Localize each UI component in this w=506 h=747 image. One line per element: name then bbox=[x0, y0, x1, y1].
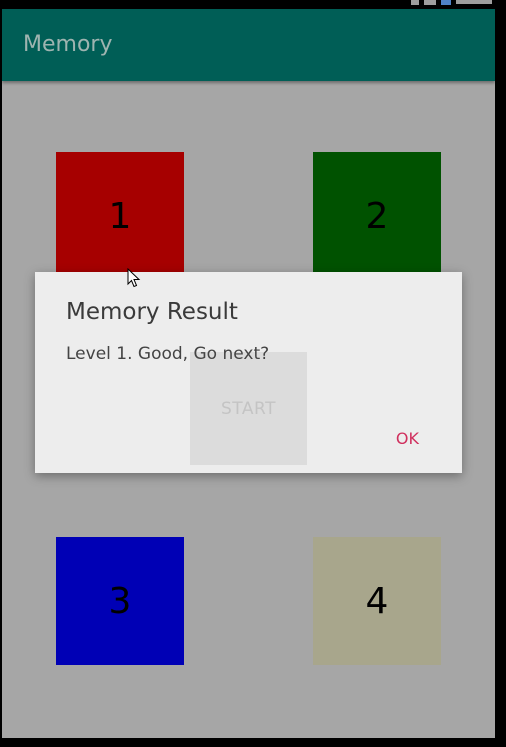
wifi-icon bbox=[411, 0, 419, 5]
clock-icon bbox=[456, 0, 492, 4]
tile-4[interactable]: 4 bbox=[313, 537, 441, 665]
start-button-label: START bbox=[190, 352, 307, 465]
app-title: Memory bbox=[23, 32, 113, 57]
mouse-cursor-icon bbox=[127, 268, 141, 288]
status-bar bbox=[0, 0, 506, 9]
ok-button[interactable]: OK bbox=[396, 429, 419, 448]
tile-1[interactable]: 1 bbox=[56, 152, 184, 280]
app-bar: Memory bbox=[2, 9, 495, 81]
result-dialog: START Memory Result Level 1. Good, Go ne… bbox=[35, 272, 462, 473]
bottom-bar bbox=[0, 738, 506, 747]
tile-2[interactable]: 2 bbox=[313, 152, 441, 280]
signal-icon bbox=[424, 0, 436, 5]
dialog-message: Level 1. Good, Go next? bbox=[66, 344, 270, 364]
app-screen: Memory 1 2 3 4 START Memory Result Level… bbox=[2, 9, 495, 738]
status-icons bbox=[411, 0, 492, 5]
battery-icon bbox=[441, 0, 451, 5]
tile-3[interactable]: 3 bbox=[56, 537, 184, 665]
dialog-title: Memory Result bbox=[66, 299, 238, 325]
